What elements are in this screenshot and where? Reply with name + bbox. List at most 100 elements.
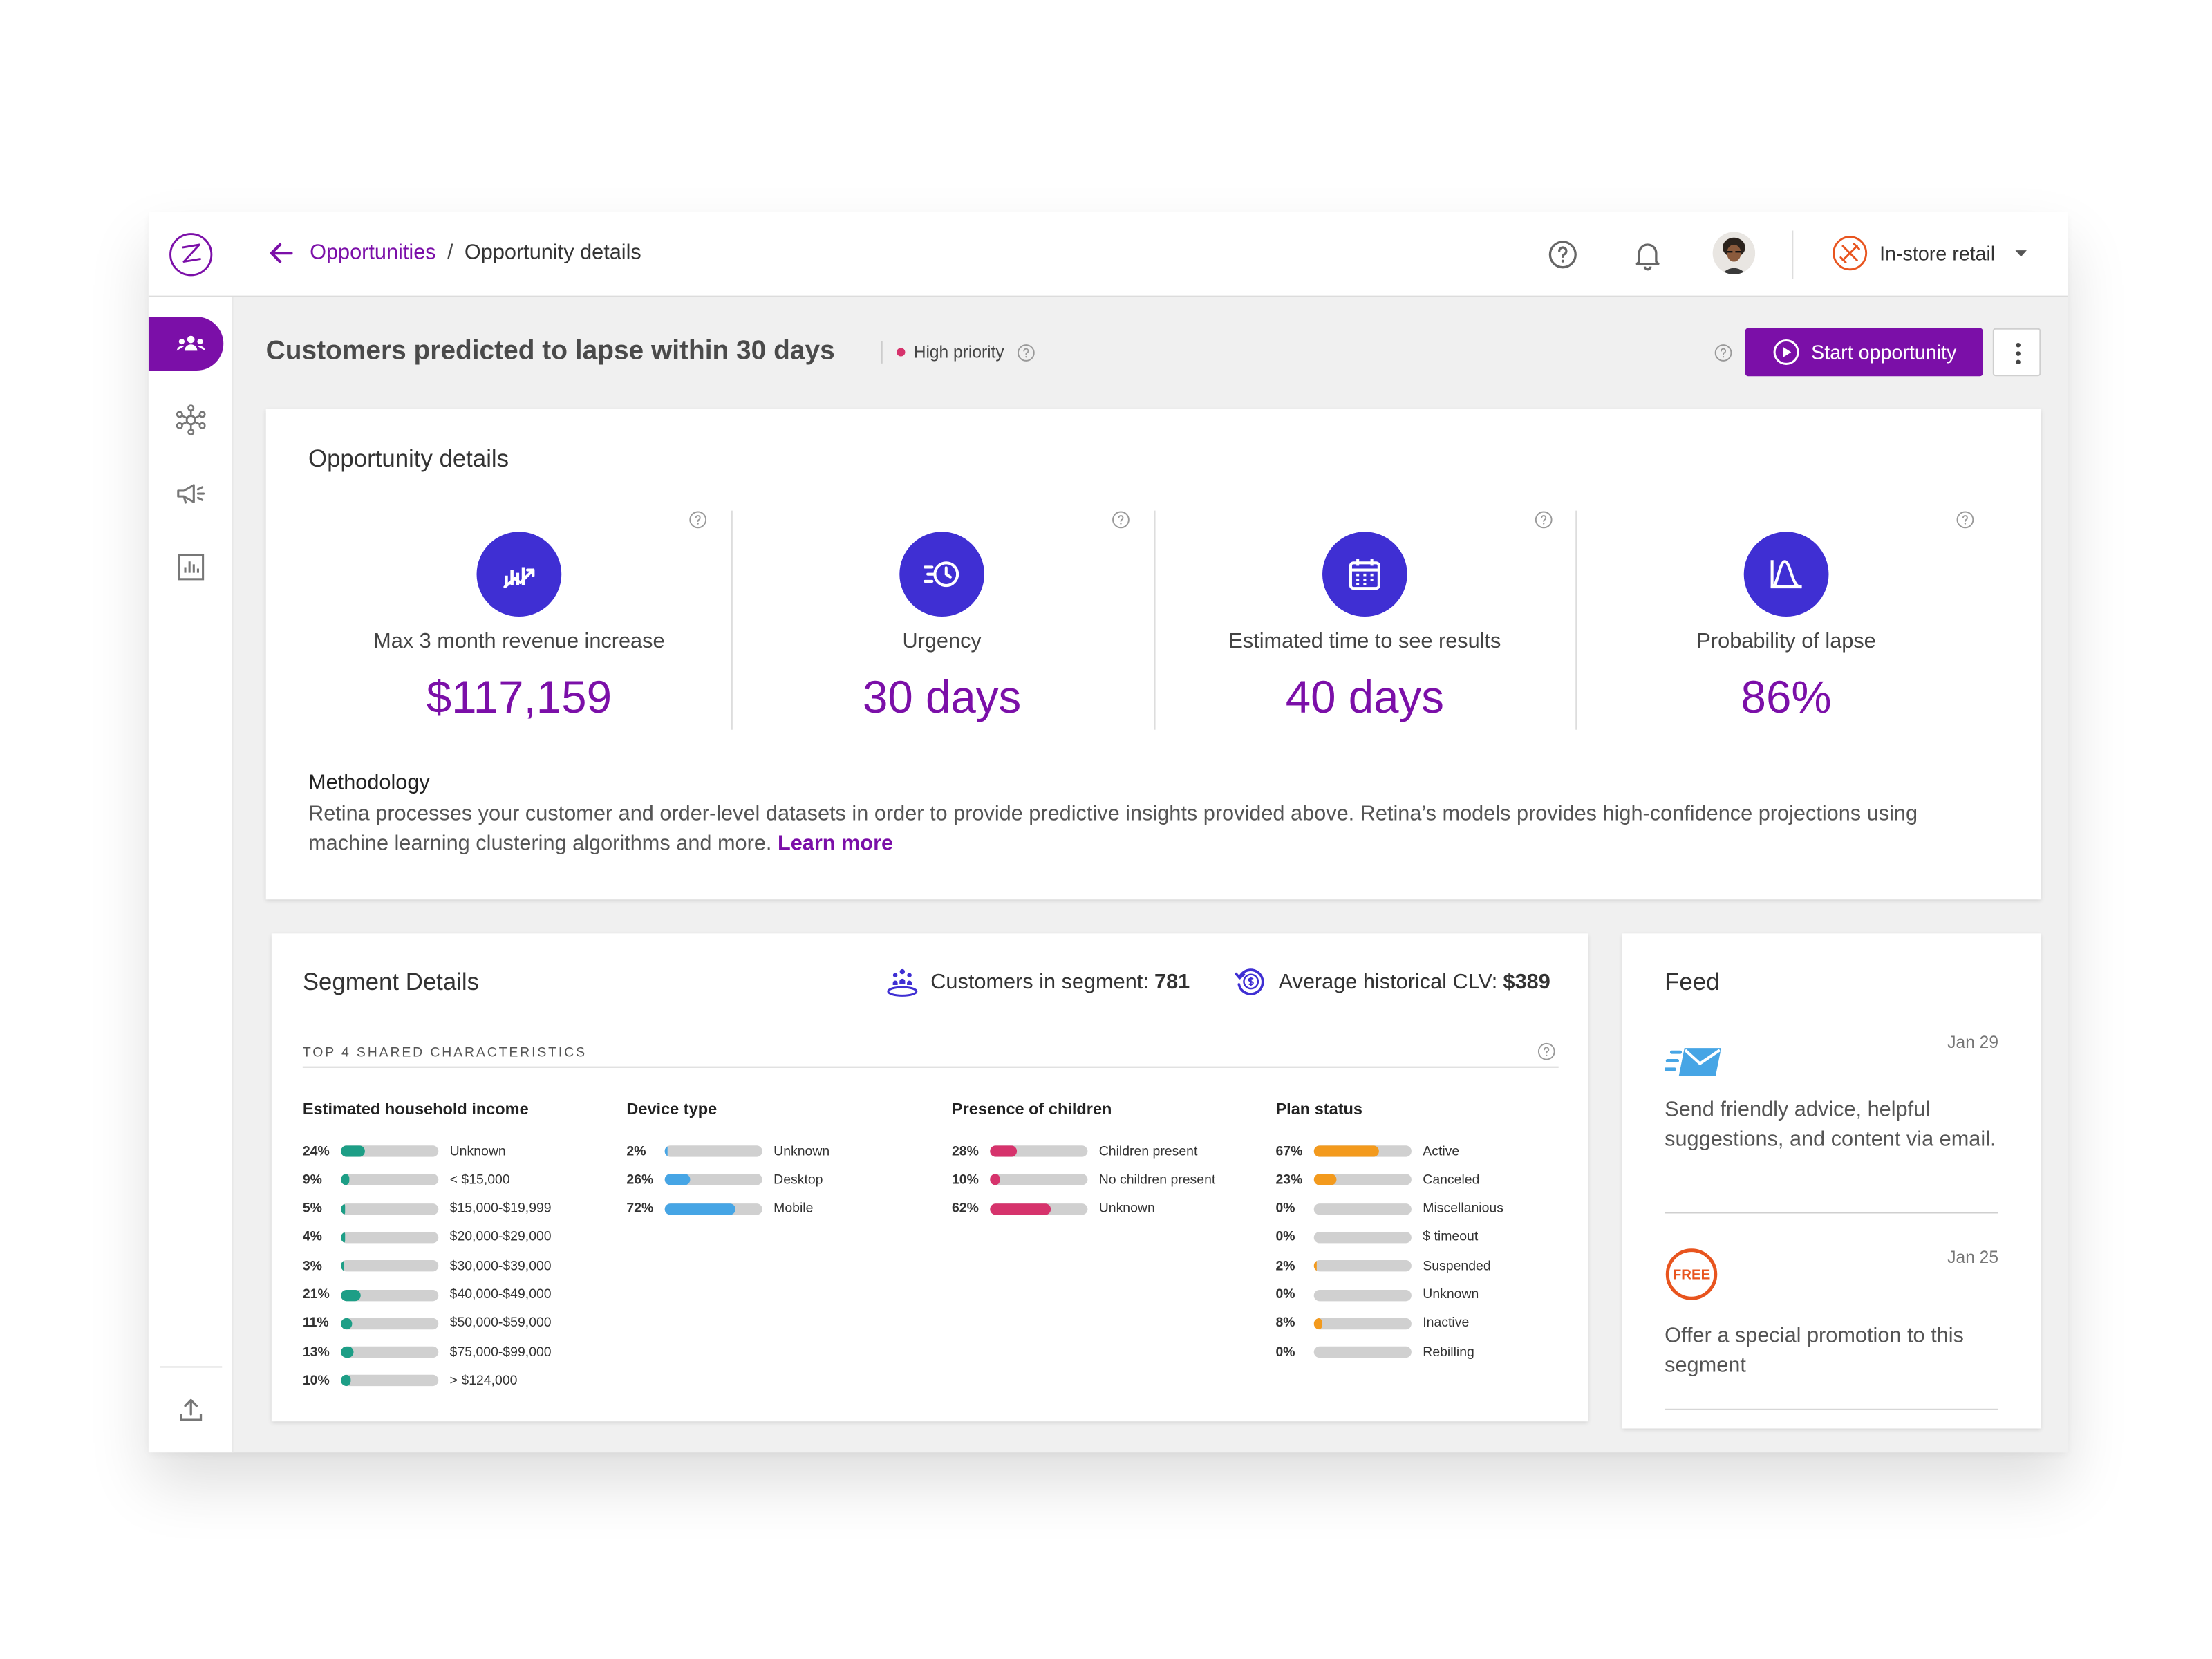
characteristic-label: $ timeout <box>1423 1229 1479 1246</box>
characteristic-percent: 0% <box>1275 1344 1295 1360</box>
characteristic-column: Device type 2% Unknown 26% Desktop 72% Mobile <box>626 1102 930 1217</box>
sidebar-item-audiences[interactable] <box>148 317 224 371</box>
metric-revenue-increase: Max 3 month revenue increase $117,159 <box>308 511 730 730</box>
metric-help-icon[interactable] <box>1112 511 1130 529</box>
characteristic-bar-track <box>1313 1203 1412 1215</box>
store-selector-label: In-store retail <box>1880 241 1996 265</box>
app-window: Opportunities / Opportunity details In-s… <box>148 212 2068 1453</box>
characteristic-bar-track <box>664 1174 762 1186</box>
characteristic-percent: 26% <box>626 1172 654 1188</box>
methodology-text: Retina processes your customer and order… <box>308 799 1991 859</box>
characteristic-bar-fill <box>1313 1260 1317 1272</box>
methodology-heading: Methodology <box>308 771 430 795</box>
help-icon[interactable] <box>1546 238 1580 272</box>
metric-urgency: Urgency 30 days <box>731 511 1153 730</box>
start-help-icon[interactable] <box>1714 344 1733 362</box>
characteristic-label: $50,000-$59,000 <box>449 1315 552 1331</box>
characteristic-row: 9% < $15,000 <box>303 1166 607 1194</box>
metric-probability-of-lapse: Probability of lapse 86% <box>1575 511 1997 730</box>
megaphone-icon[interactable] <box>174 477 208 511</box>
upload-icon[interactable] <box>174 1393 208 1427</box>
characteristic-label: $75,000-$99,000 <box>449 1344 552 1360</box>
characteristic-percent: 10% <box>302 1373 330 1389</box>
characteristic-row: 67% Active <box>1275 1137 1580 1165</box>
characteristics-heading: TOP 4 SHARED CHARACTERISTICS <box>302 1044 587 1061</box>
characteristic-label: No children present <box>1098 1172 1216 1188</box>
opportunity-details-title: Opportunity details <box>308 445 509 473</box>
page-title: Customers predicted to lapse within 30 d… <box>265 336 835 366</box>
feed-item[interactable]: Jan 29 Send friendly advice, helpful sug… <box>1665 1033 1998 1217</box>
notification-bell-icon[interactable] <box>1631 238 1665 272</box>
characteristic-row: 8% Inactive <box>1275 1309 1580 1338</box>
priority-dot <box>897 348 906 357</box>
characteristic-percent: 24% <box>302 1143 330 1159</box>
characteristic-percent: 2% <box>1275 1258 1295 1274</box>
metric-label: Urgency <box>902 629 982 654</box>
characteristic-percent: 2% <box>626 1143 646 1159</box>
customers-in-segment: Customers in segment: 781 <box>885 964 1190 998</box>
breadcrumb-opportunities-link[interactable]: Opportunities <box>310 239 436 268</box>
feed-text: Offer a special promotion to this segmen… <box>1665 1324 1964 1378</box>
characteristic-bar-track <box>341 1203 439 1215</box>
clv-label: Average historical CLV: <box>1278 969 1498 994</box>
metric-help-icon[interactable] <box>1956 511 1975 529</box>
start-opportunity-label: Start opportunity <box>1811 341 1957 364</box>
characteristic-row: 11% $50,000-$59,000 <box>303 1309 607 1338</box>
metric-help-icon[interactable] <box>1535 511 1553 529</box>
characteristic-title: Plan status <box>1275 1101 1363 1119</box>
network-hub-icon[interactable] <box>174 403 208 437</box>
characteristics-help-icon[interactable] <box>1537 1042 1556 1061</box>
characteristic-bar-fill <box>341 1145 364 1157</box>
characteristic-bar-fill <box>664 1145 668 1157</box>
store-selector[interactable]: In-store retail <box>1832 235 2030 272</box>
feed-text: Send friendly advice, helpful suggestion… <box>1665 1097 1996 1152</box>
distribution-curve-icon <box>1770 560 1802 589</box>
characteristic-row: 5% $15,000-$19,999 <box>303 1194 607 1223</box>
metric-value: 30 days <box>862 671 1022 723</box>
characteristic-bar-fill <box>341 1346 354 1358</box>
learn-more-link[interactable]: Learn more <box>778 832 893 856</box>
characteristic-percent: 23% <box>1275 1172 1303 1188</box>
characteristic-percent: 21% <box>302 1286 330 1303</box>
characteristic-bar-fill <box>664 1174 691 1186</box>
metric-help-icon[interactable] <box>688 511 707 529</box>
characteristic-label: > $124,000 <box>449 1373 518 1389</box>
characteristic-bar-fill <box>341 1318 352 1329</box>
characteristic-bar-track <box>990 1174 1088 1186</box>
characteristic-row: 28% Children present <box>952 1137 1256 1165</box>
characteristic-percent: 72% <box>626 1201 654 1217</box>
characteristic-percent: 67% <box>1275 1143 1303 1159</box>
characteristic-bar-track <box>341 1231 439 1244</box>
characteristic-bar-fill <box>341 1260 344 1272</box>
characteristic-bar-track <box>341 1346 439 1358</box>
priority-help-icon[interactable] <box>1017 343 1035 362</box>
start-opportunity-button[interactable]: Start opportunity <box>1745 328 1983 377</box>
characteristic-percent: 62% <box>951 1201 979 1217</box>
characteristic-row: 2% Suspended <box>1275 1252 1580 1280</box>
sidebar-divider <box>160 1366 223 1368</box>
more-options-button[interactable] <box>1992 328 2041 377</box>
characteristic-row: 4% $20,000-$29,000 <box>303 1224 607 1252</box>
characteristic-bar-track <box>664 1203 762 1215</box>
characteristic-row: 2% Unknown <box>626 1137 930 1165</box>
email-send-icon <box>1665 1048 1721 1077</box>
dollar-cycle-icon <box>1235 968 1264 995</box>
characteristic-row: 62% Unknown <box>952 1194 1256 1223</box>
characteristic-bar-fill <box>341 1203 346 1215</box>
priority-label: High priority <box>913 342 1004 362</box>
characteristic-title: Estimated household income <box>302 1101 529 1119</box>
characteristics-divider <box>302 1066 1559 1068</box>
bar-chart-icon[interactable] <box>174 550 208 584</box>
characteristic-percent: 28% <box>951 1143 979 1159</box>
user-avatar[interactable] <box>1712 232 1756 274</box>
characteristic-row: 23% Canceled <box>1275 1166 1580 1194</box>
characteristic-row: 26% Desktop <box>626 1166 930 1194</box>
characteristic-bar-fill <box>664 1203 735 1215</box>
feed-item[interactable]: FREE Jan 25 Offer a special promotion to… <box>1665 1248 1998 1432</box>
retina-logo[interactable] <box>168 232 213 277</box>
customers-value: 781 <box>1154 969 1190 994</box>
urgency-icon-circle <box>899 532 985 617</box>
topbar-divider <box>1792 230 1794 279</box>
characteristic-bar-track <box>341 1318 439 1329</box>
arrow-left-icon[interactable] <box>268 239 296 268</box>
